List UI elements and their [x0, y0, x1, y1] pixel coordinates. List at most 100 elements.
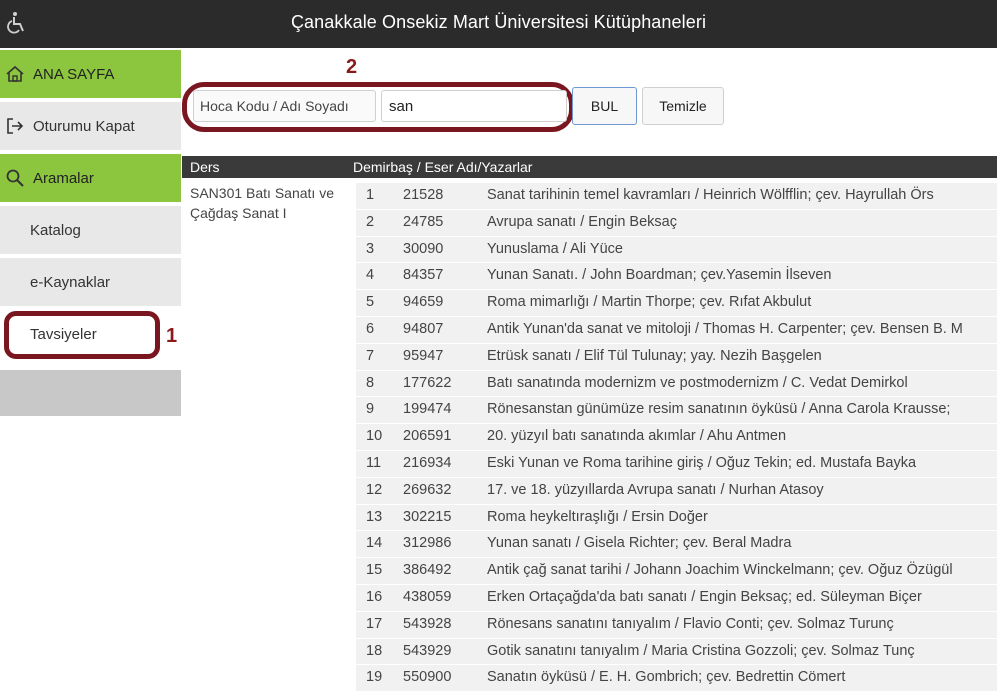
inventory-number: 21528	[403, 187, 444, 203]
sidebar-item-label: e-Kaynaklar	[30, 273, 111, 291]
table-row[interactable]: 2 24785 Avrupa sanatı / Engin Beksaç	[356, 209, 997, 237]
title-author: 20. yüzyıl batı sanatında akımlar / Ahu …	[487, 428, 787, 445]
search-label: Hoca Kodu / Adı Soyadı	[193, 90, 376, 122]
search-input[interactable]	[381, 90, 567, 122]
row-number: 4	[366, 267, 375, 284]
table-row[interactable]: 11 216934 Eski Yunan ve Roma tarihine giri…	[356, 450, 997, 478]
title-author: Sanat tarihinin temel kavramları / Heinr…	[487, 187, 934, 203]
row-number: 13	[366, 508, 383, 525]
inventory-number: 312986	[403, 535, 452, 552]
inventory-number: 199474	[403, 401, 452, 418]
row-number: 18	[366, 642, 383, 659]
row-number: 3	[366, 240, 375, 257]
annotation-box-1	[4, 311, 160, 359]
sidebar: ANA SAYFA Oturumu Kapat Aramalar Katalog…	[0, 48, 181, 700]
table-row[interactable]: 14 312986 Yunan sanatı / Gisela Richter; ç…	[356, 531, 997, 559]
sidebar-item-katalog[interactable]: Katalog	[0, 206, 181, 256]
row-number: 15	[366, 562, 383, 579]
sidebar-item-oturumu-kapat[interactable]: Oturumu Kapat	[0, 102, 181, 152]
table-row[interactable]: 16 438059 Erken Ortaçağda'da batı sanatı /…	[356, 584, 997, 612]
title-author: Yunan sanatı / Gisela Richter; çev. Bera…	[487, 535, 792, 552]
title-author: Batı sanatında modernizm ve postmoderniz…	[487, 374, 908, 391]
search-button[interactable]: BUL	[572, 87, 637, 125]
inventory-number: 94807	[403, 320, 444, 337]
sidebar-item-label: ANA SAYFA	[33, 65, 115, 83]
inventory-number: 543929	[403, 642, 452, 659]
title-author: Sanatın öyküsü / E. H. Gombrich; çev. Be…	[487, 669, 846, 686]
title-author: Avrupa sanatı / Engin Beksaç	[487, 213, 677, 230]
home-icon	[6, 65, 24, 82]
title-author: Etrüsk sanatı / Elif Tül Tulunay; yay. N…	[487, 347, 822, 364]
search-icon	[6, 169, 24, 187]
column-header-eser: Demirbaş / Eser Adı/Yazarlar	[353, 159, 533, 175]
inventory-number: 84357	[403, 267, 444, 284]
table-row[interactable]: 3 30090 Yunuslama / Ali Yüce	[356, 236, 997, 264]
page-title: Çanakkale Onsekiz Mart Üniversitesi Kütü…	[290, 12, 707, 32]
row-number: 5	[366, 294, 375, 311]
inventory-number: 95947	[403, 347, 444, 364]
table-row[interactable]: 4 84357 Yunan Sanatı. / John Boardman; çev…	[356, 263, 997, 291]
table-row[interactable]: 17 543928 Rönesans sanatını tanıyalım / Fl…	[356, 611, 997, 639]
title-author: Eski Yunan ve Roma tarihine giriş / Oğuz…	[487, 454, 917, 471]
sidebar-item-label: Oturumu Kapat	[33, 117, 135, 135]
inventory-number: 216934	[403, 454, 452, 471]
table-row[interactable]: 5 94659 Roma mimarlığı / Martin Thorpe; çe…	[356, 290, 997, 317]
table-row[interactable]: 19 550900 Sanatın öyküsü / E. H. Gombrich;…	[356, 665, 997, 693]
table-row[interactable]: 10 206591 20. yüzyıl batı sanatında akımla…	[356, 424, 997, 451]
column-header-ders: Ders	[190, 159, 220, 175]
inventory-number: 30090	[403, 240, 444, 257]
table-row[interactable]: 12 269632 17. ve 18. yüzyıllarda Avrupa sa…	[356, 477, 997, 505]
annotation-number-1: 1	[166, 325, 178, 347]
title-author: Rönesans sanatını tanıyalım / Flavio Con…	[487, 615, 894, 632]
table-row[interactable]: 9 199474 Rönesanstan günümüze resim sanatı…	[356, 397, 997, 425]
sidebar-item-e-kaynaklar[interactable]: e-Kaynaklar	[0, 258, 181, 308]
title-author: Rönesanstan günümüze resim sanatının öyk…	[487, 401, 951, 418]
annotation-number-2: 2	[346, 56, 358, 78]
row-number: 12	[366, 481, 383, 498]
row-number: 7	[366, 347, 375, 364]
row-number: 6	[366, 320, 375, 337]
inventory-number: 550900	[403, 669, 452, 686]
title-author: Roma heykeltıraşlığı / Ersin Doğer	[487, 508, 708, 525]
sidebar-item-aramalar[interactable]: Aramalar	[0, 154, 181, 204]
logout-icon	[7, 118, 24, 134]
table-row[interactable]: 18 543929 Gotik sanatını tanıyalım / Maria…	[356, 638, 997, 666]
sidebar-filler	[0, 370, 181, 416]
inventory-number: 24785	[403, 213, 444, 230]
results-table: 1 2 15 2 8 Sanat tarihinin temel kavramları /…	[356, 183, 997, 693]
inventory-number: 269632	[403, 481, 452, 498]
inventory-number: 543928	[403, 615, 452, 632]
row-number: 16	[366, 588, 383, 605]
title-author: Antik Yunan'da sanat ve mitoloji / Thoma…	[487, 320, 963, 337]
table-row[interactable]: 8 177622 Batı sanatında modernizm ve postm…	[356, 370, 997, 398]
clear-button[interactable]: Temizle	[642, 87, 724, 125]
table-row[interactable]: 1 21528 Sanat tarihinin temel kavramları /…	[356, 183, 997, 210]
row-number: 8	[366, 374, 375, 391]
row-number: 14	[366, 535, 383, 552]
row-number: 2	[366, 213, 375, 230]
title-author: Erken Ortaçağda'da batı sanatı / Engin B…	[487, 588, 922, 605]
table-row[interactable]: 13 302215 Roma heykeltıraşlığı / Ersin Doğ…	[356, 504, 997, 532]
title-author: Antik çağ sanat tarihi / Johann Joachim …	[487, 562, 953, 579]
inventory-number: 177622	[403, 374, 452, 391]
title-author: 17. ve 18. yüzyıllarda Avrupa sanatı / N…	[487, 481, 824, 498]
sidebar-item-ana-sayfa[interactable]: ANA SAYFA	[0, 50, 181, 100]
inventory-number: 94659	[403, 294, 444, 311]
row-number: 10	[366, 428, 383, 445]
table-row[interactable]: 6 94807 Antik Yunan'da sanat ve mitoloji /…	[356, 316, 997, 344]
table-row[interactable]: 15 386492 Antik çağ sanat tarihi / Johann …	[356, 558, 997, 585]
inventory-number: 302215	[403, 508, 452, 525]
inventory-number: 386492	[403, 562, 452, 579]
row-number: 11	[366, 454, 382, 471]
row-number: 19	[366, 669, 383, 686]
table-row[interactable]: 7 95947 Etrüsk sanatı / Elif Tül Tulunay; …	[356, 343, 997, 371]
top-bar: Çanakkale Onsekiz Mart Üniversitesi Kütü…	[0, 0, 997, 48]
title-author: Gotik sanatını tanıyalım / Maria Cristin…	[487, 642, 915, 659]
title-author: Yunuslama / Ali Yüce	[487, 240, 623, 257]
row-number: 17	[366, 615, 383, 632]
sidebar-item-label: Katalog	[30, 221, 81, 239]
title-author: Roma mimarlığı / Martin Thorpe; çev. Rıf…	[487, 294, 812, 311]
inventory-number: 206591	[403, 428, 452, 445]
course-cell: SAN301 Batı Sanatı ve Çağdaş Sanat I	[190, 185, 334, 221]
row-number: 9	[366, 401, 375, 418]
